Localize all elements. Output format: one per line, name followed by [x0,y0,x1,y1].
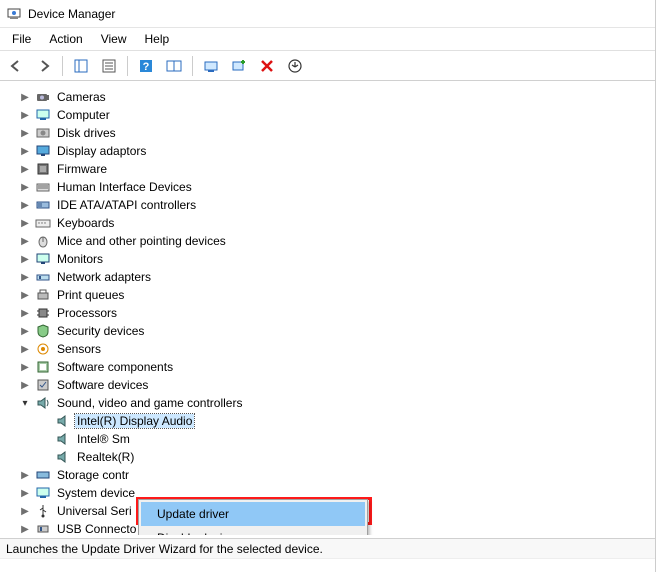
ide-icon [35,197,51,213]
menubar: File Action View Help [0,28,655,51]
tree-item-storage[interactable]: ▶Storage contr [19,466,650,484]
show-hide-console-button[interactable] [69,54,93,78]
chevron-right-icon[interactable]: ▶ [19,235,31,247]
tree-item-monitors[interactable]: ▶Monitors [19,250,650,268]
chevron-right-icon[interactable]: ▶ [19,307,31,319]
chevron-right-icon[interactable]: ▶ [19,181,31,193]
tree-item-display-adaptors[interactable]: ▶Display adaptors [19,142,650,160]
tree-item-computer[interactable]: ▶Computer [19,106,650,124]
tree-item-print-queues[interactable]: ▶Print queues [19,286,650,304]
cm-disable-device[interactable]: Disable device [141,526,365,536]
tree-item-keyboards[interactable]: ▶Keyboards [19,214,650,232]
back-button[interactable] [4,54,28,78]
tree-item-software-components[interactable]: ▶Software components [19,358,650,376]
tree-item-realtek[interactable]: ▶Realtek(R) [39,448,650,466]
tree-item-intel-sm[interactable]: ▶Intel® Sm [39,430,650,448]
chevron-down-icon[interactable]: ▾ [19,397,31,409]
sound-device-icon [55,413,71,429]
tree-item-cameras[interactable]: ▶Cameras [19,88,650,106]
scan-hardware-button[interactable] [199,54,223,78]
tree-item-disk-drives[interactable]: ▶Disk drives [19,124,650,142]
chevron-right-icon[interactable]: ▶ [19,145,31,157]
tree-item-processors[interactable]: ▶Processors [19,304,650,322]
disk-icon [35,125,51,141]
security-icon [35,323,51,339]
help-button[interactable]: ? [134,54,158,78]
chevron-right-icon[interactable]: ▶ [19,343,31,355]
chevron-right-icon[interactable]: ▶ [19,289,31,301]
chevron-right-icon[interactable]: ▶ [19,379,31,391]
software-comp-icon [35,359,51,375]
usb-connector-icon [35,521,51,536]
svg-text:?: ? [143,61,150,73]
cpu-icon [35,305,51,321]
chevron-right-icon[interactable]: ▶ [19,361,31,373]
forward-button[interactable] [32,54,56,78]
window-titlebar: Device Manager [0,0,655,28]
sound-device-icon [55,431,71,447]
chevron-right-icon[interactable]: ▶ [19,523,31,535]
chevron-right-icon[interactable]: ▶ [19,325,31,337]
menu-action[interactable]: Action [41,30,90,48]
chevron-right-icon[interactable]: ▶ [19,253,31,265]
uninstall-button[interactable] [255,54,279,78]
window-title: Device Manager [28,7,115,21]
chevron-right-icon[interactable]: ▶ [19,271,31,283]
tree-item-firmware[interactable]: ▶Firmware [19,160,650,178]
display-icon [35,143,51,159]
system-icon [35,485,51,501]
sensor-icon [35,341,51,357]
action-button[interactable] [162,54,186,78]
cm-update-driver[interactable]: Update driver [141,502,365,526]
device-tree[interactable]: ▶Cameras ▶Computer ▶Disk drives ▶Display… [2,83,653,536]
chevron-right-icon[interactable]: ▶ [19,505,31,517]
toolbar-separator [127,56,128,76]
app-icon [6,6,22,22]
chevron-right-icon[interactable]: ▶ [19,91,31,103]
monitor-icon [35,251,51,267]
toolbar-separator [62,56,63,76]
tree-item-sensors[interactable]: ▶Sensors [19,340,650,358]
update-driver-button[interactable] [283,54,307,78]
software-dev-icon [35,377,51,393]
tree-item-ide[interactable]: ▶IDE ATA/ATAPI controllers [19,196,650,214]
printer-icon [35,287,51,303]
tree-item-network[interactable]: ▶Network adapters [19,268,650,286]
mouse-icon [35,233,51,249]
keyboard-icon [35,215,51,231]
context-menu: Update driver Disable device Uninstall d… [138,499,368,536]
status-bar: Launches the Update Driver Wizard for th… [0,538,655,558]
chevron-right-icon[interactable]: ▶ [19,199,31,211]
tree-item-hid[interactable]: ▶Human Interface Devices [19,178,650,196]
menu-file[interactable]: File [4,30,39,48]
sound-device-icon [55,449,71,465]
sound-icon [35,395,51,411]
chevron-right-icon[interactable]: ▶ [19,487,31,499]
chevron-right-icon[interactable]: ▶ [19,163,31,175]
properties-button[interactable] [97,54,121,78]
network-icon [35,269,51,285]
chevron-right-icon[interactable]: ▶ [19,217,31,229]
toolbar-separator [192,56,193,76]
camera-icon [35,89,51,105]
chevron-right-icon[interactable]: ▶ [19,109,31,121]
toolbar: ? [0,51,655,81]
cropped-text [0,558,655,572]
menu-help[interactable]: Help [137,30,178,48]
status-text: Launches the Update Driver Wizard for th… [6,542,323,556]
add-hardware-button[interactable] [227,54,251,78]
tree-item-security[interactable]: ▶Security devices [19,322,650,340]
firmware-icon [35,161,51,177]
chevron-right-icon[interactable]: ▶ [19,127,31,139]
tree-item-intel-display-audio[interactable]: ▶Intel(R) Display Audio [39,412,650,430]
storage-icon [35,467,51,483]
hid-icon [35,179,51,195]
menu-view[interactable]: View [93,30,135,48]
usb-icon [35,503,51,519]
tree-item-sound[interactable]: ▾Sound, video and game controllers [19,394,650,412]
chevron-right-icon[interactable]: ▶ [19,469,31,481]
tree-item-software-devices[interactable]: ▶Software devices [19,376,650,394]
computer-icon [35,107,51,123]
tree-item-mice[interactable]: ▶Mice and other pointing devices [19,232,650,250]
